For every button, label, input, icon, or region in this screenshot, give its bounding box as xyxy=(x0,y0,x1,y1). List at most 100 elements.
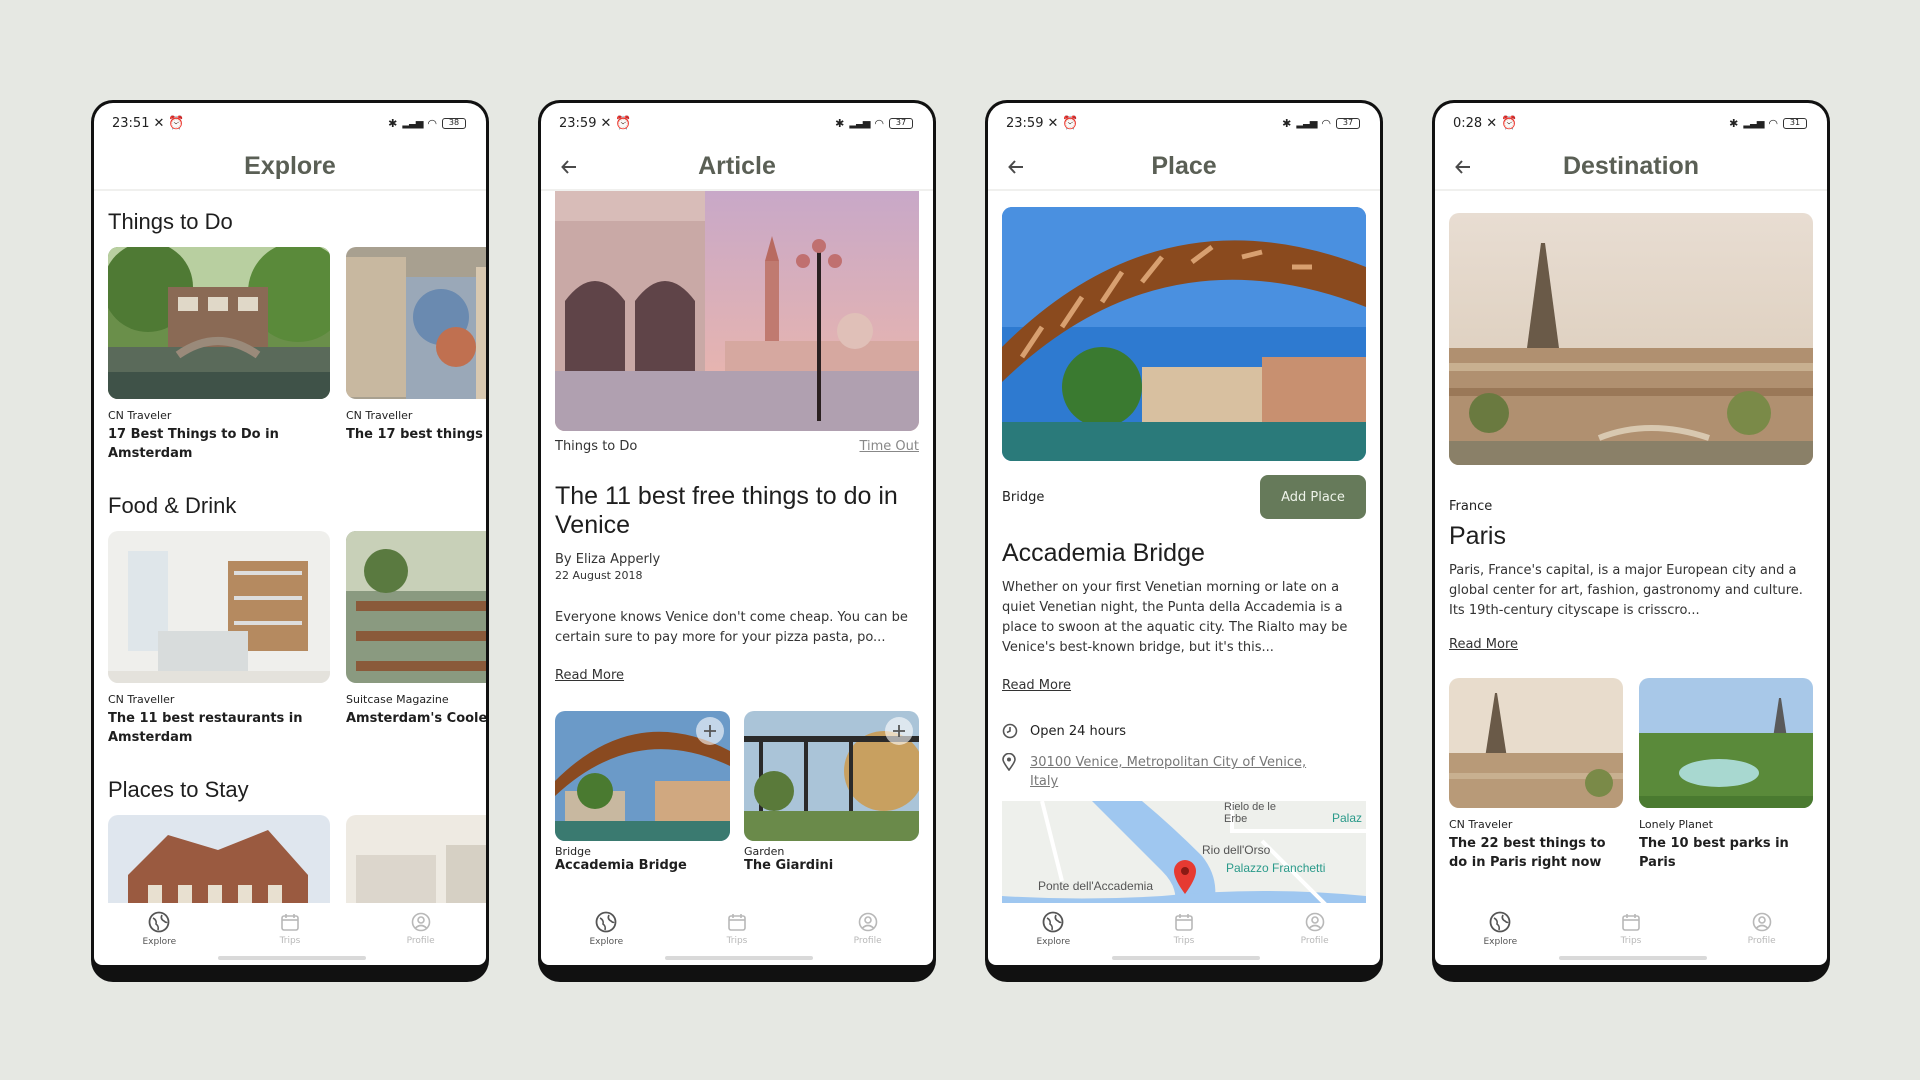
nav-profile[interactable]: Profile xyxy=(376,912,466,946)
nav-explore[interactable]: Explore xyxy=(561,911,651,947)
place-map[interactable]: Rielo de le Erbe Rio dell'Orso Palazzo F… xyxy=(1002,801,1366,903)
signal-icon: ▂▃▅ xyxy=(1743,117,1764,129)
nav-label: Explore xyxy=(589,937,624,947)
app-bar: Explore xyxy=(94,143,486,191)
card-barcelona-things[interactable]: CN Traveller The 17 best things to do in… xyxy=(346,247,486,463)
place-type: Bridge xyxy=(1002,489,1045,505)
article-date: 22 August 2018 xyxy=(555,569,643,582)
nav-trips[interactable]: Trips xyxy=(1586,912,1676,946)
article-author: By Eliza Apperly xyxy=(555,552,661,567)
card-image xyxy=(1639,678,1813,808)
card-amsterdam-things[interactable]: CN Traveler 17 Best Things to Do in Amst… xyxy=(108,247,330,463)
calendar-icon xyxy=(1622,914,1640,931)
status-time: 23:59 xyxy=(559,115,597,131)
screen-explore: 23:51 ✕ ⏰ ✱ ▂▃▅ ◠ 38 Explore Things to Do CN … xyxy=(94,103,486,965)
add-place-button[interactable]: Add Place xyxy=(1260,475,1366,519)
place-card-type: Bridge xyxy=(555,845,591,858)
nav-profile[interactable]: Profile xyxy=(1717,912,1807,946)
card-image xyxy=(108,247,330,399)
map-label: Rielo de le Erbe xyxy=(1224,801,1276,825)
nav-trips[interactable]: Trips xyxy=(245,912,335,946)
card-title: The 10 best parks in Paris xyxy=(1639,836,1789,870)
section-title: Things to Do xyxy=(108,209,233,234)
place-header-row: Bridge Add Place xyxy=(1002,475,1366,519)
read-more-row: Read More xyxy=(1002,674,1366,693)
card-row-food-drink[interactable]: CN Traveller The 11 best restaurants in … xyxy=(94,531,486,747)
read-more-row: Read More xyxy=(555,664,919,683)
calendar-icon xyxy=(1175,914,1193,931)
card-stay-2[interactable] xyxy=(346,815,486,903)
nav-profile[interactable]: Profile xyxy=(823,912,913,946)
nav-trips[interactable]: Trips xyxy=(692,912,782,946)
map-pin-icon[interactable] xyxy=(1172,859,1198,899)
destination-hero-image xyxy=(1449,213,1813,465)
map-label: Palaz xyxy=(1332,811,1363,825)
status-bar: 23:51 ✕ ⏰ ✱ ▂▃▅ ◠ 38 xyxy=(94,103,486,143)
globe-icon xyxy=(1489,911,1511,933)
back-button[interactable] xyxy=(1449,153,1477,181)
card-image xyxy=(108,815,330,903)
destination-description: Paris, France's capital, is a major Euro… xyxy=(1449,563,1803,618)
nav-explore[interactable]: Explore xyxy=(1455,911,1545,947)
nav-explore[interactable]: Explore xyxy=(1008,911,1098,947)
bottom-nav: Explore Trips Profile xyxy=(541,903,933,955)
back-arrow-icon xyxy=(1008,160,1023,174)
bottom-nav: Explore Trips Profile xyxy=(94,903,486,955)
add-place-button[interactable] xyxy=(696,717,724,745)
map-label: Rio dell'Orso xyxy=(1202,843,1271,857)
card-paris-things[interactable]: CN Traveler The 22 best things to do in … xyxy=(1449,678,1623,872)
battery-icon: 31 xyxy=(1783,117,1807,129)
nav-label: Trips xyxy=(279,936,301,946)
phone-destination: 0:28 ✕ ⏰ ✱ ▂▃▅ ◠ 31 Destination France Paris … xyxy=(1432,100,1830,982)
card-paris-parks[interactable]: Lonely Planet The 10 best parks in Paris xyxy=(1639,678,1813,872)
destination-content[interactable]: France Paris Paris, France's capital, is… xyxy=(1435,193,1827,903)
address-link[interactable]: 30100 Venice, Metropolitan City of Venic… xyxy=(1030,753,1310,791)
nav-trips[interactable]: Trips xyxy=(1139,912,1229,946)
place-description: Whether on your first Venetian morning o… xyxy=(1002,580,1348,655)
card-amsterdam-restaurants[interactable]: CN Traveller The 11 best restaurants in … xyxy=(108,531,330,747)
back-button[interactable] xyxy=(555,153,583,181)
destination-cards-row[interactable]: CN Traveler The 22 best things to do in … xyxy=(1449,678,1813,872)
add-place-button[interactable] xyxy=(885,717,913,745)
plus-icon xyxy=(893,725,905,737)
read-more-link[interactable]: Read More xyxy=(1002,678,1071,693)
read-more-link[interactable]: Read More xyxy=(1449,637,1518,652)
bluetooth-icon: ✱ xyxy=(388,116,398,130)
article-headline: The 11 best free things to do in Venice xyxy=(555,482,898,539)
wifi-icon: ◠ xyxy=(1321,116,1331,130)
explore-content[interactable]: Things to Do CN Traveler 17 Best Things … xyxy=(94,193,486,903)
article-content[interactable]: Things to Do Time Out The 11 best free t… xyxy=(541,191,933,903)
read-more-row: Read More xyxy=(1449,633,1813,652)
back-arrow-icon xyxy=(1455,160,1470,174)
card-row-things-to-do[interactable]: CN Traveler 17 Best Things to Do in Amst… xyxy=(94,247,486,463)
place-content[interactable]: Bridge Add Place Accademia Bridge Whethe… xyxy=(988,193,1380,903)
opening-hours: Open 24 hours xyxy=(1030,723,1127,739)
nav-explore[interactable]: Explore xyxy=(114,911,204,947)
back-button[interactable] xyxy=(1002,153,1030,181)
place-card-giardini[interactable]: Garden The Giardini xyxy=(744,711,919,873)
clock-icon xyxy=(1002,723,1018,739)
address-row: 30100 Venice, Metropolitan City of Venic… xyxy=(1002,753,1366,791)
article-publisher-link[interactable]: Time Out xyxy=(859,439,919,454)
signal-icon: ▂▃▅ xyxy=(1296,117,1317,129)
card-row-places-to-stay[interactable] xyxy=(94,815,486,903)
card-title: The 22 best things to do in Paris right … xyxy=(1449,836,1606,870)
card-source: CN Traveler xyxy=(1449,818,1513,831)
card-image xyxy=(346,815,486,903)
map-label: Palazzo Franchetti xyxy=(1226,861,1326,875)
card-source: Suitcase Magazine xyxy=(346,693,449,706)
bottom-nav: Explore Trips Profile xyxy=(1435,903,1827,955)
card-source: CN Traveller xyxy=(108,693,175,706)
nav-profile[interactable]: Profile xyxy=(1270,912,1360,946)
nav-label: Explore xyxy=(1036,937,1071,947)
place-card-accademia[interactable]: Bridge Accademia Bridge xyxy=(555,711,730,873)
card-amsterdam-coolest[interactable]: Suitcase Magazine Amsterdam's Coolest xyxy=(346,531,486,747)
destination-city: Paris xyxy=(1449,522,1506,550)
nav-label: Explore xyxy=(1483,937,1518,947)
status-time: 23:51 xyxy=(112,115,150,131)
card-stay-1[interactable] xyxy=(108,815,330,903)
calendar-icon xyxy=(728,914,746,931)
read-more-link[interactable]: Read More xyxy=(555,668,624,683)
related-places-row[interactable]: Bridge Accademia Bridge Garden The Giard… xyxy=(555,711,919,873)
alarm-icon: ⏰ xyxy=(1062,115,1079,131)
